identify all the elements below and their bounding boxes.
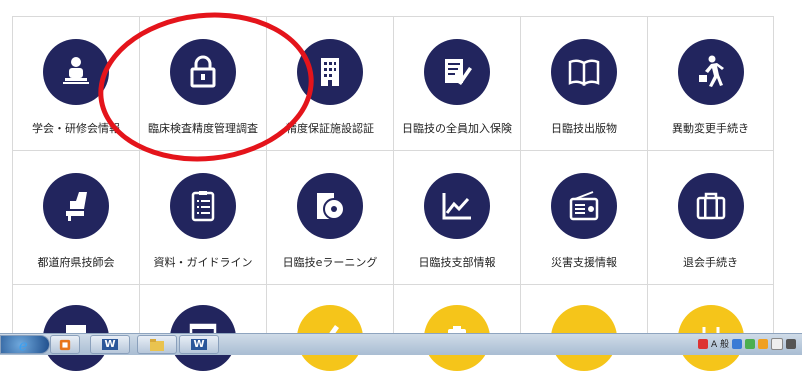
tile-label: 異動変更手続き bbox=[672, 122, 749, 135]
help-icon[interactable] bbox=[758, 338, 768, 349]
system-tray: A 般 bbox=[697, 337, 796, 350]
tile-change-procedures[interactable]: 異動変更手続き bbox=[647, 17, 774, 150]
tile-insurance[interactable]: 日臨技の全員加入保険 bbox=[393, 17, 520, 150]
word-icon-2[interactable]: W bbox=[179, 335, 219, 354]
radio-icon bbox=[551, 173, 617, 239]
word-label-2: W bbox=[191, 339, 207, 350]
tile-label: 日臨技支部情報 bbox=[418, 256, 496, 269]
signed-document-icon bbox=[424, 39, 490, 105]
cd-disc-icon bbox=[297, 173, 363, 239]
tile-label: 都道府県技師会 bbox=[37, 256, 115, 269]
ie-icon[interactable]: e bbox=[13, 335, 37, 354]
clipboard-list-icon bbox=[170, 173, 236, 239]
tile-elearning[interactable]: 日臨技eラーニング bbox=[266, 151, 393, 284]
tile-label: 退会手続き bbox=[683, 256, 738, 269]
network-icon[interactable] bbox=[732, 338, 742, 349]
tile-label: 資料・ガイドライン bbox=[153, 256, 253, 269]
line-chart-icon bbox=[424, 173, 490, 239]
antivirus-icon[interactable] bbox=[697, 338, 708, 349]
tile-label: 災害支援情報 bbox=[551, 256, 617, 269]
tile-branch-info[interactable]: 日臨技支部情報 bbox=[393, 151, 520, 284]
tile-publications[interactable]: 日臨技出版物 bbox=[520, 17, 647, 150]
tile-withdrawal[interactable]: 退会手続き bbox=[647, 151, 774, 284]
walking-person-icon bbox=[677, 39, 744, 105]
tile-prefecture-associations[interactable]: 都道府県技師会 bbox=[12, 151, 139, 284]
ime-indicator[interactable]: A 般 bbox=[711, 337, 729, 350]
tile-label: 日臨技eラーニング bbox=[282, 256, 378, 269]
app-tray-icon[interactable] bbox=[745, 338, 755, 349]
seat-icon bbox=[43, 173, 109, 239]
word-icon[interactable]: W bbox=[90, 335, 130, 354]
media-player-icon[interactable] bbox=[50, 335, 80, 354]
word-label: W bbox=[102, 339, 118, 350]
tile-guidelines[interactable]: 資料・ガイドライン bbox=[139, 151, 266, 284]
speaker-icon[interactable] bbox=[786, 338, 796, 349]
briefcase-icon bbox=[677, 173, 744, 239]
svg-text:e: e bbox=[19, 336, 28, 354]
tile-label: 日臨技出版物 bbox=[551, 122, 617, 135]
tile-label: 日臨技の全員加入保険 bbox=[402, 122, 512, 135]
open-book-icon bbox=[551, 39, 617, 105]
explorer-icon[interactable] bbox=[137, 335, 177, 354]
tile-row-2: 都道府県技師会 資料・ガイドライン 日臨技eラーニング 日臨技支部情報 災害支援… bbox=[12, 151, 774, 285]
windows-taskbar: e W W A 般 bbox=[0, 333, 802, 355]
flag-icon[interactable] bbox=[771, 337, 783, 350]
tile-disaster-support[interactable]: 災害支援情報 bbox=[520, 151, 647, 284]
